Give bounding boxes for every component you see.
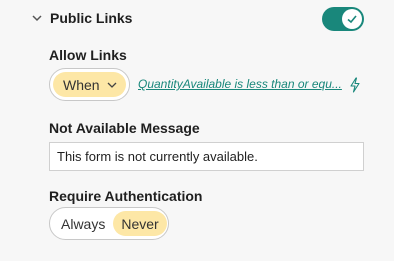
auth-option-never[interactable]: Never (113, 211, 167, 236)
allow-links-selected[interactable]: When (53, 72, 126, 97)
require-auth-toggle-group[interactable]: Always Never (49, 207, 169, 240)
not-available-message-input[interactable] (49, 142, 364, 171)
checkmark-icon (347, 15, 357, 24)
toggle-knob (342, 9, 362, 29)
lightning-bolt-icon[interactable] (349, 77, 361, 93)
public-links-toggle[interactable] (322, 7, 364, 31)
allow-links-label: Allow Links (49, 47, 127, 63)
chevron-down-icon (107, 82, 117, 88)
allow-links-dropdown[interactable]: When (49, 68, 130, 101)
public-links-header[interactable]: Public Links (0, 0, 394, 36)
not-available-label: Not Available Message (49, 120, 200, 136)
require-auth-label: Require Authentication (49, 188, 203, 204)
chevron-down-icon[interactable] (31, 12, 43, 24)
section-title: Public Links (50, 10, 133, 26)
condition-link[interactable]: QuantityAvailable is less than or equ... (138, 77, 344, 91)
auth-option-always[interactable]: Always (53, 211, 113, 236)
allow-links-value: When (63, 76, 100, 93)
